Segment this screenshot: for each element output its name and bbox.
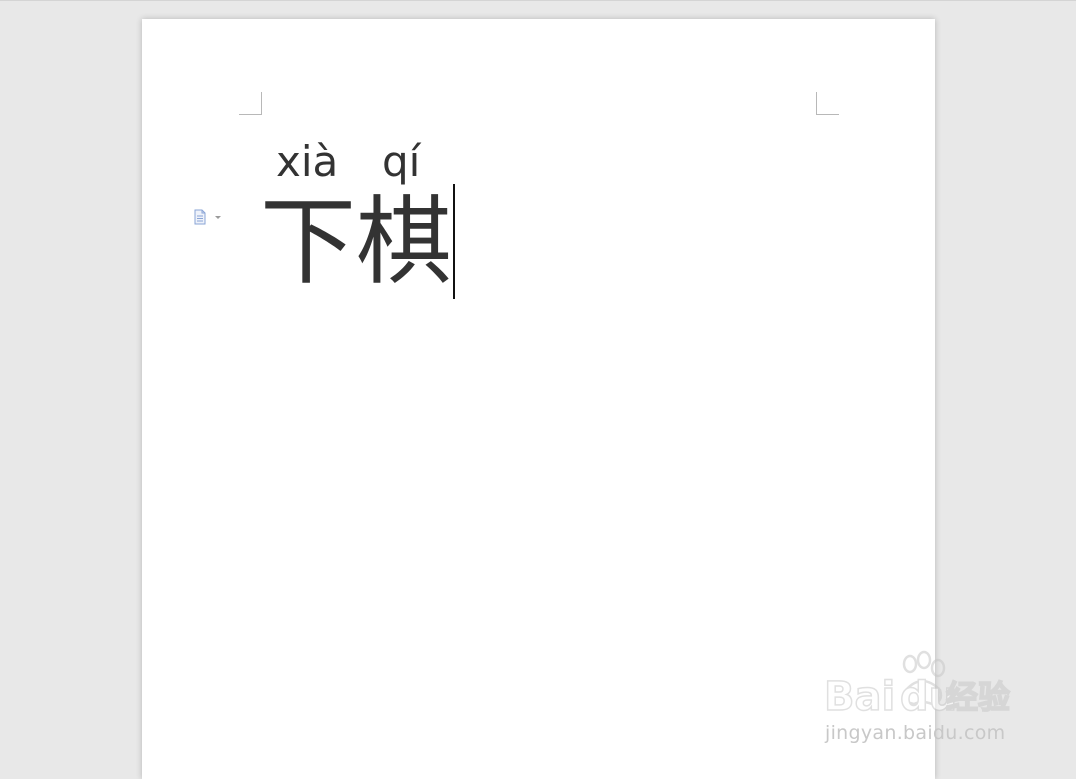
hanzi-character[interactable]: 棋 xyxy=(356,194,452,290)
pinyin-annotation: xià xyxy=(276,137,339,186)
top-divider xyxy=(0,0,1076,1)
watermark-url: jingyan.baidu.com xyxy=(825,722,1006,744)
text-cursor xyxy=(453,184,455,299)
text-line[interactable]: 下 棋 xyxy=(260,187,452,297)
document-page[interactable]: xià qí 下 棋 xyxy=(142,19,935,779)
margin-corner-top-left xyxy=(239,92,262,115)
watermark-brand: Bai xyxy=(824,674,895,720)
chevron-down-icon xyxy=(215,216,221,219)
document-icon xyxy=(194,209,221,225)
pinyin-annotation: qí xyxy=(382,137,421,186)
margin-corner-top-right xyxy=(816,92,839,115)
watermark-brand-cn: 经验 xyxy=(946,678,1010,716)
paragraph-marker-button[interactable] xyxy=(194,209,222,225)
hanzi-character[interactable]: 下 xyxy=(260,194,356,290)
